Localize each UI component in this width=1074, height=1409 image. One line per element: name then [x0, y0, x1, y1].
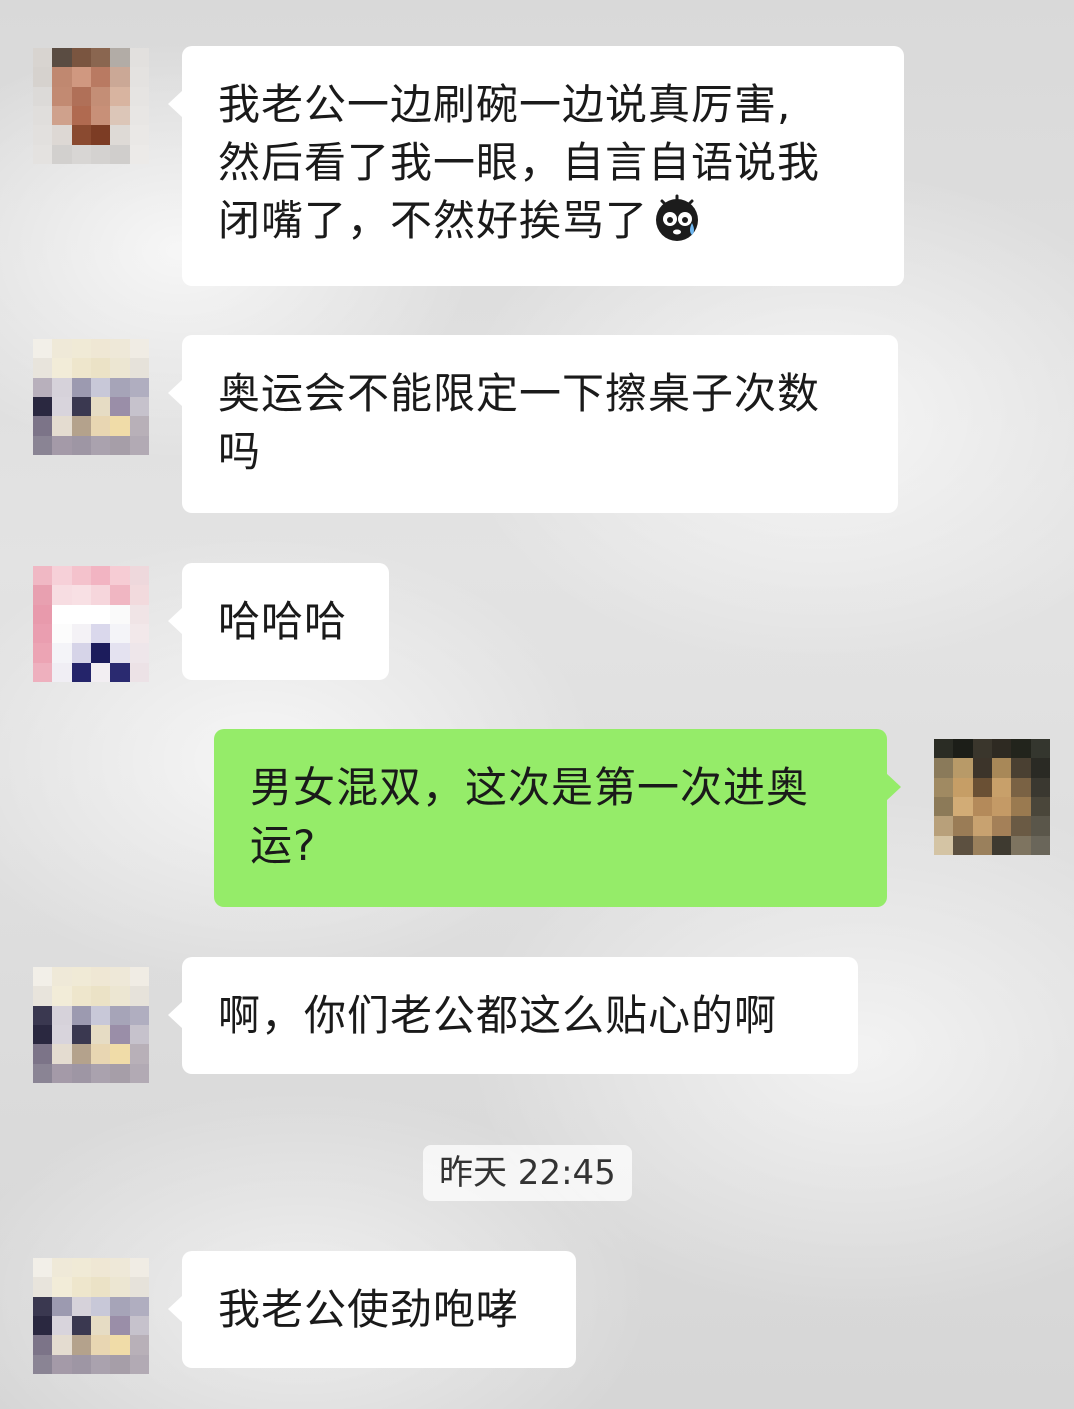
message-bubble[interactable]: 奥运会不能限定一下擦桌子次数 吗	[168, 335, 898, 513]
avatar[interactable]	[33, 566, 149, 682]
message-text-line: 啊，你们老公都这么贴心的啊	[218, 991, 778, 1040]
message-timestamp: 昨天 22:45	[423, 1145, 632, 1201]
chat-conversation: 我老公一边刷碗一边说真厉害, 然后看了我一眼，自言自语说我 闭嘴了，不然好挨骂了…	[0, 0, 1074, 1409]
message-bubble[interactable]: 我老公一边刷碗一边说真厉害, 然后看了我一眼，自言自语说我 闭嘴了，不然好挨骂了	[168, 46, 904, 286]
message-text-line: 然后看了我一眼，自言自语说我	[218, 138, 821, 187]
message-bubble[interactable]: 哈哈哈	[168, 563, 389, 680]
message-text-line: 闭嘴了，不然好挨骂了	[218, 196, 649, 245]
message-text-line: 运?	[250, 821, 317, 870]
message-bubble[interactable]: 啊，你们老公都这么贴心的啊	[168, 957, 858, 1074]
avatar[interactable]	[33, 1258, 149, 1374]
message-text-line: 吗	[218, 427, 262, 476]
message-text-line: 男女混双，这次是第一次进奥	[250, 763, 810, 812]
message-bubble[interactable]: 我老公使劲咆哮	[168, 1251, 576, 1368]
message-text-line: 我老公使劲咆哮	[218, 1285, 520, 1334]
avatar[interactable]	[33, 48, 149, 164]
message-text-line: 哈哈哈	[218, 597, 348, 646]
avatar[interactable]	[33, 967, 149, 1083]
message-text-line: 我老公一边刷碗一边说真厉害,	[218, 80, 792, 129]
avatar-self[interactable]	[934, 739, 1050, 855]
message-text-line: 奥运会不能限定一下擦桌子次数	[218, 369, 821, 418]
scared-sweat-emoji-icon	[656, 194, 699, 241]
avatar[interactable]	[33, 339, 149, 455]
message-bubble-outgoing[interactable]: 男女混双，这次是第一次进奥 运?	[214, 729, 901, 907]
